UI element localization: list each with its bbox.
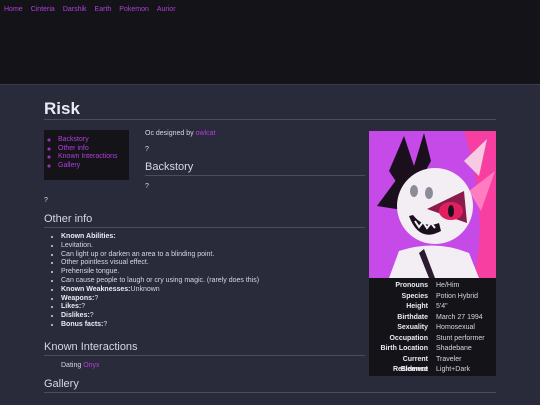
stat-row-birth-location: Birth Location Shadebane [369,344,496,355]
character-portrait [369,131,496,278]
stat-label: Element [400,366,428,373]
ability-text: Other pointless visual effect. [61,259,149,267]
toc-item-backstory[interactable]: Backstory [58,136,129,145]
weapons-label: Weapons: [61,294,95,302]
list-item: Can light up or darken an area to a blin… [61,251,259,260]
section-heading-other-info: Other info [44,213,93,225]
nav-link-pokemon[interactable]: Pokemon [119,5,149,15]
title-divider [44,119,496,120]
toc-item-gallery[interactable]: Gallery [58,162,129,171]
stat-row-occupation: Occupation Stunt performer [369,334,496,345]
stat-row-birthdate: Birthdate March 27 1994 [369,313,496,324]
stat-row-current-residence: Current Residence Traveler [369,355,496,374]
list-item: Dislikes:? [61,312,259,321]
table-of-contents: Backstory Other info Known Interactions … [44,130,129,180]
nav-link-earth[interactable]: Earth [95,5,112,15]
list-item: Known Abilities: [61,233,259,242]
top-header: Home Cinteria Darshik Earth Pokemon Auri… [0,0,540,84]
stat-label: Height [406,303,428,310]
stat-value: Shadebane [436,345,472,352]
other-info-divider [44,227,365,228]
ability-text: Levitation. [61,241,93,249]
nav-link-aurior[interactable]: Aurior [157,5,176,15]
credit-prefix: Oc designed by [145,130,194,137]
backstory-divider [145,175,365,176]
stat-value: Potion Hybrid [436,292,479,300]
weapons-value: ? [94,294,99,302]
stat-row-pronouns: Pronouns He/Him [369,281,496,292]
toc-item-other-info[interactable]: Other info [58,145,129,154]
stat-value: Light+Dark [436,366,471,373]
section-placeholder: ? [44,197,48,204]
dislikes-label: Dislikes: [61,312,90,320]
nav-link-home[interactable]: Home [4,5,23,15]
other-info-list: Known Abilities: Levitation. Can light u… [53,233,259,330]
weaknesses-value: Unknown [130,285,160,293]
character-portrait-image [369,131,496,278]
bonus-facts-label: Bonus facts: [61,320,104,328]
stat-label: Species [401,292,428,300]
ability-text: Prehensile tongue. [61,268,120,276]
abilities-label: Known Abilities: [61,233,116,240]
stat-label: Sexuality [397,324,428,331]
section-heading-known-interactions: Known Interactions [44,341,138,353]
list-item: Weapons:? [61,295,259,304]
oc-credit: Oc designed by owlcat [145,130,215,137]
weaknesses-label: Known Weaknesses: [61,285,131,293]
bonus-facts-value: ? [103,320,108,328]
credit-author-link[interactable]: owlcat [196,130,216,137]
toc-item-known-interactions[interactable]: Known Interactions [58,153,129,162]
stat-value: Traveler [436,355,462,363]
intro-placeholder: ? [145,146,149,153]
list-item: Levitation. [61,242,259,251]
stat-value: Homosexual [436,324,475,331]
stat-label: Birth Location [380,345,428,352]
nav-link-darshik[interactable]: Darshik [63,5,87,15]
list-item: Prehensile tongue. [61,268,259,277]
section-heading-backstory: Backstory [145,161,194,173]
toc-link-other-info[interactable]: Other info [58,145,89,152]
stat-label: Pronouns [395,282,428,289]
stat-row-height: Height 5'4" [369,302,496,313]
stat-value: March 27 1994 [436,313,483,321]
stat-row-element: Element Light+Dark [369,365,496,376]
toc-link-backstory[interactable]: Backstory [58,136,89,143]
stat-value: Stunt performer [436,334,485,342]
section-heading-gallery: Gallery [44,378,79,390]
stat-row-species: Species Potion Hybrid [369,292,496,303]
stat-row-sexuality: Sexuality Homosexual [369,323,496,334]
dating-partner-link[interactable]: Onyx [83,362,99,369]
infobox-stats: Pronouns He/Him Species Potion Hybrid He… [369,281,496,376]
backstory-placeholder: ? [145,183,149,190]
stat-label: Occupation [389,334,428,342]
list-item: Can cause people to laugh or cry using m… [61,277,259,286]
ability-text: Can light up or darken an area to a blin… [61,250,215,258]
likes-label: Likes: [61,303,82,311]
toc-link-known-interactions[interactable]: Known Interactions [58,153,118,160]
gallery-divider [44,392,496,393]
nav-link-cinteria[interactable]: Cinteria [31,5,55,15]
header-divider [0,84,540,85]
likes-value: ? [81,303,86,311]
top-nav: Home Cinteria Darshik Earth Pokemon Auri… [4,5,176,15]
stat-value: 5'4" [436,303,448,310]
list-item: Other pointless visual effect. [61,259,259,268]
character-infobox: Pronouns He/Him Species Potion Hybrid He… [369,131,496,376]
stat-label: Birthdate [397,313,428,321]
list-item: Bonus facts:? [61,321,259,330]
dislikes-value: ? [89,312,94,320]
page-title: Risk [44,99,80,118]
toc-link-gallery[interactable]: Gallery [58,162,80,169]
list-item: Likes:? [61,303,259,312]
dating-label: Dating [61,362,82,369]
interactions-divider [44,355,365,356]
ability-text: Can cause people to laugh or cry using m… [61,276,260,284]
stat-value: He/Him [436,282,460,289]
list-item: Known Weaknesses:Unknown [61,286,259,295]
dating-line: Dating Onyx [61,362,100,369]
stat-label: Current Residence [392,355,428,374]
